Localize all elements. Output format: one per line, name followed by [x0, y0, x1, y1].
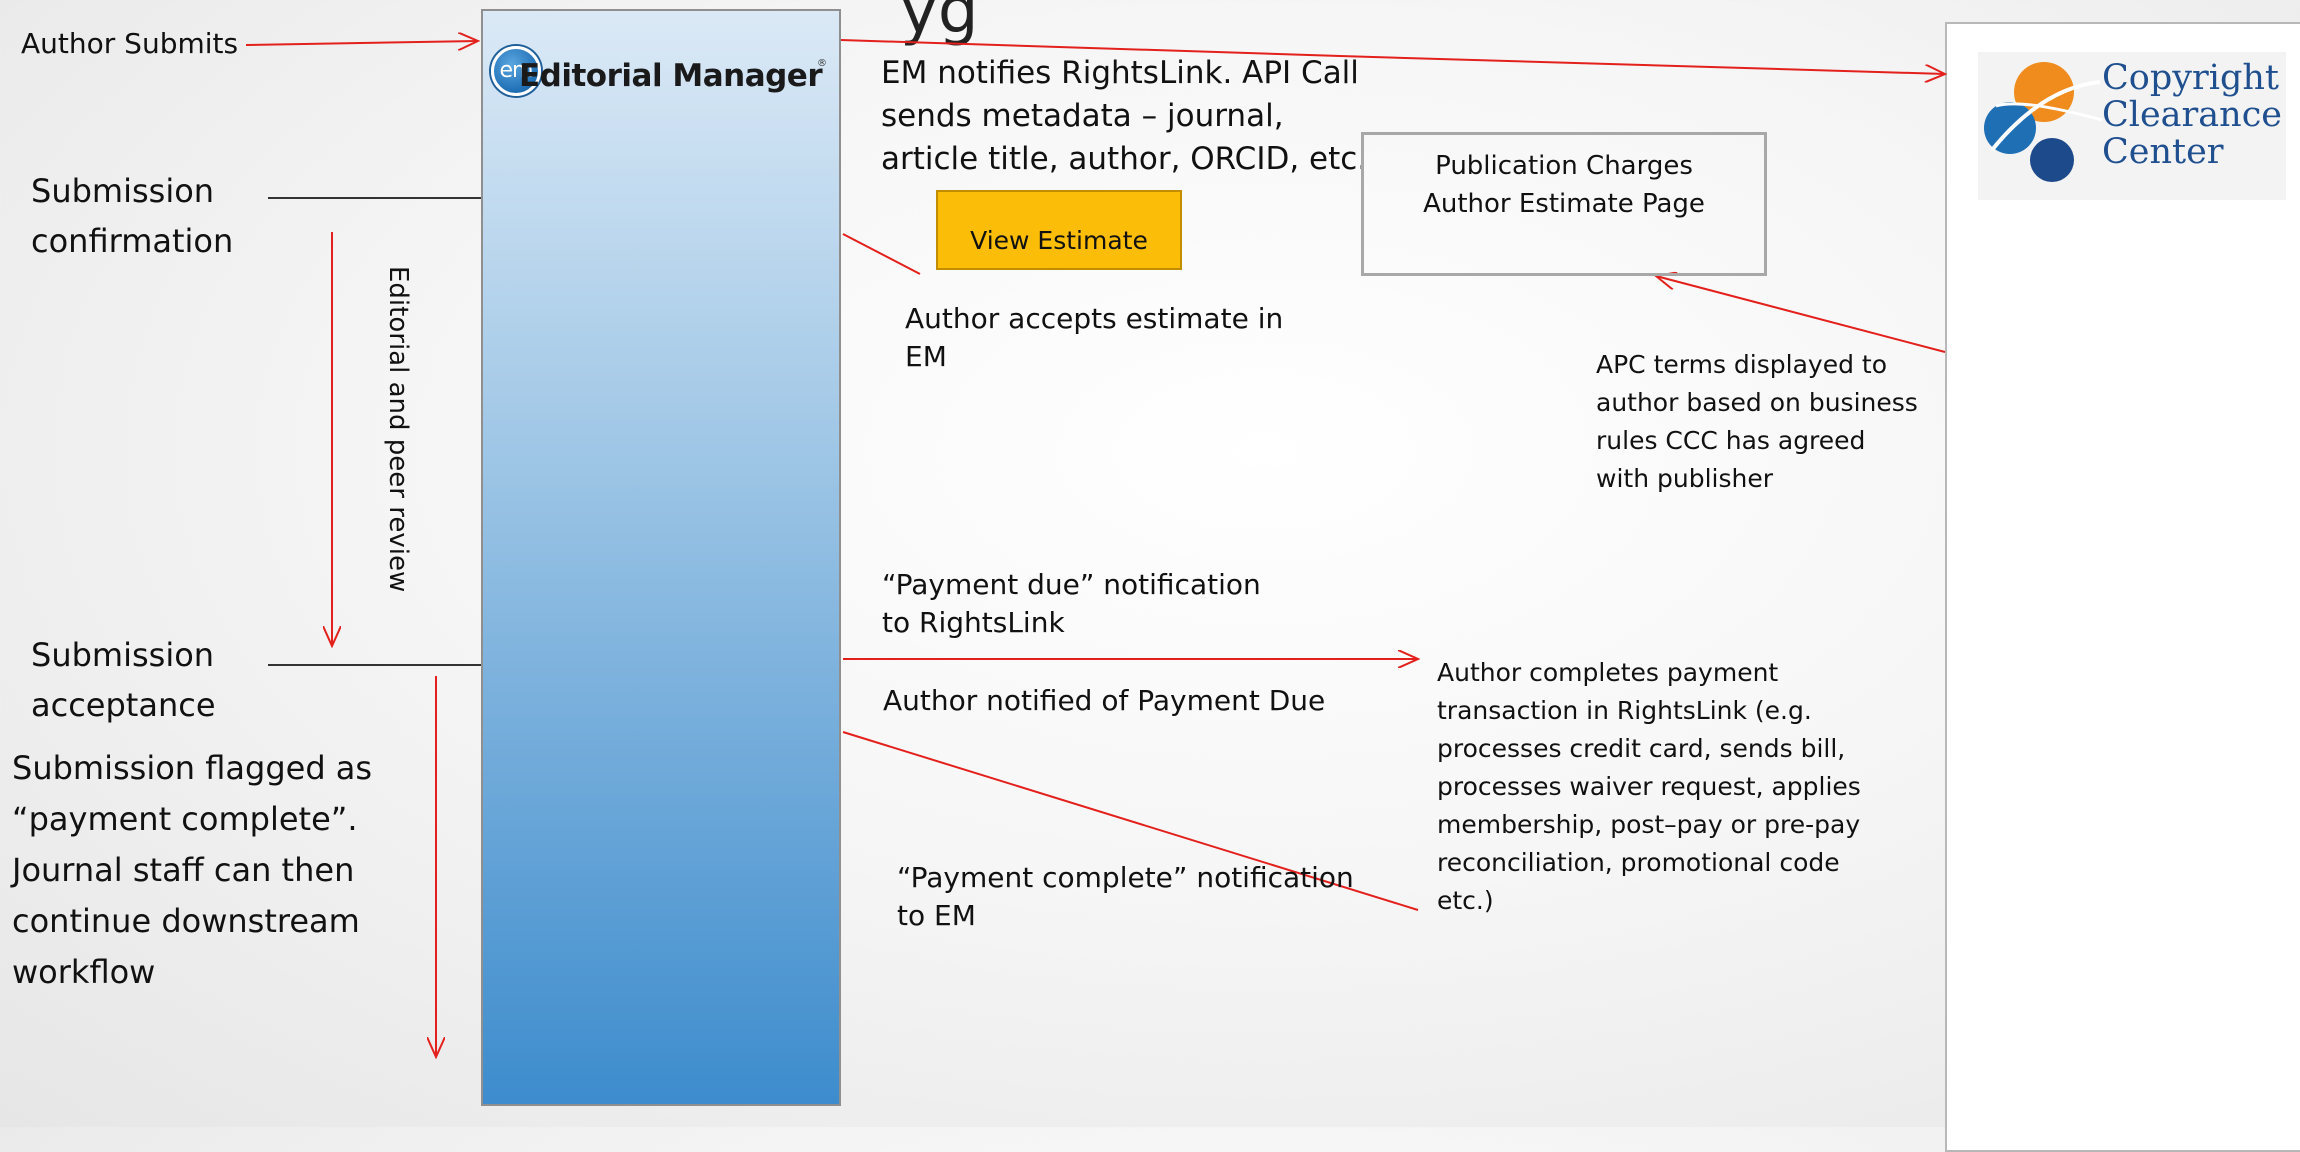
author-accepts-line-1: Author accepts estimate in — [905, 302, 1284, 335]
payment-due-line-1: “Payment due” notification — [882, 568, 1261, 601]
flag-text-line-4: continue downstream — [12, 902, 360, 940]
author-submits-arrow — [245, 41, 478, 45]
pub-box-line-2: Author Estimate Page — [1423, 189, 1705, 219]
author-estimate-page-box: Publication Charges Author Estimate Page — [1361, 132, 1767, 276]
submission-confirmation-line-2: confirmation — [31, 222, 234, 260]
author-completes-line-5: membership, post–pay or pre-pay — [1437, 810, 1861, 839]
apc-terms-line-1: APC terms displayed to — [1596, 350, 1887, 379]
em-to-estimate-line — [842, 233, 921, 275]
em-notifies-text: EM notifies RightsLink. API Call sends m… — [881, 52, 1368, 181]
submission-acceptance-label: Submission acceptance — [31, 630, 216, 730]
slide-title-fragment: y​g — [900, 0, 979, 48]
apc-terms-line-4: with publisher — [1596, 464, 1773, 493]
author-notified-text: Author notified of Payment Due — [883, 684, 1326, 717]
em-logo-name: Editorial Manager — [519, 58, 823, 94]
em-logo-registered: ® — [817, 58, 827, 69]
em-notifies-line-3: article title, author, ORCID, etc. — [881, 141, 1368, 177]
submission-confirmation-line-1: Submission — [31, 172, 215, 210]
submission-acceptance-line-2: acceptance — [31, 686, 216, 724]
submission-confirmation-label: Submission confirmation — [31, 166, 233, 266]
author-accepts-text: Author accepts estimate in EM — [905, 300, 1283, 376]
payment-complete-line-1: “Payment complete” notification — [897, 861, 1354, 894]
author-completes-payment-text: Author completes payment transaction in … — [1437, 654, 1861, 920]
author-completes-line-2: transaction in RightsLink (e.g. — [1437, 696, 1812, 725]
flag-text-line-1: Submission flagged as — [12, 749, 373, 787]
apc-terms-line-3: rules CCC has agreed — [1596, 426, 1866, 455]
flag-text-line-2: “payment complete”. — [12, 800, 358, 838]
ccc-globe-icon — [1984, 62, 2103, 182]
author-completes-line-4: processes waiver request, applies — [1437, 772, 1861, 801]
view-estimate-button[interactable]: View Estimate — [936, 190, 1182, 270]
ccc-logo: Copyright Clearance Center — [1978, 52, 2286, 200]
ccc-logo-line-3: Center — [2102, 132, 2224, 172]
payment-due-line-2: to RightsLink — [882, 606, 1065, 639]
payment-due-notification-text: “Payment due” notification to RightsLink — [882, 566, 1261, 642]
ccc-logo-text: Copyright Clearance Center — [2102, 60, 2292, 171]
flag-text-line-3: Journal staff can then — [12, 851, 355, 889]
em-notifies-line-2: sends metadata – journal, — [881, 98, 1284, 134]
editorial-manager-column — [481, 9, 841, 1106]
author-completes-line-6: reconciliation, promotional code — [1437, 848, 1840, 877]
author-accepts-line-2: EM — [905, 340, 947, 373]
apc-terms-text: APC terms displayed to author based on b… — [1596, 346, 1918, 498]
author-completes-line-3: processes credit card, sends bill, — [1437, 734, 1846, 763]
ccc-logo-line-2: Clearance — [2102, 95, 2283, 135]
author-submits-label: Author Submits — [21, 27, 239, 60]
payment-complete-notification-text: “Payment complete” notification to EM — [897, 859, 1354, 935]
apc-terms-line-2: author based on business — [1596, 388, 1918, 417]
author-completes-line-7: etc.) — [1437, 886, 1494, 915]
author-completes-line-1: Author completes payment — [1437, 658, 1779, 687]
payment-complete-line-2: to EM — [897, 899, 976, 932]
pub-box-line-1: Publication Charges — [1435, 151, 1693, 181]
submission-acceptance-line-1: Submission — [31, 636, 215, 674]
em-notifies-line-1: EM notifies RightsLink. API Call — [881, 55, 1359, 91]
ccc-logo-line-1: Copyright — [2102, 58, 2279, 98]
flag-text-line-5: workflow — [12, 953, 156, 991]
payment-complete-flag-text: Submission flagged as “payment complete”… — [12, 743, 432, 998]
ccc-to-estimate-page-arrow — [1656, 276, 1946, 353]
editorial-review-label: Editorial and peer review — [383, 266, 413, 593]
